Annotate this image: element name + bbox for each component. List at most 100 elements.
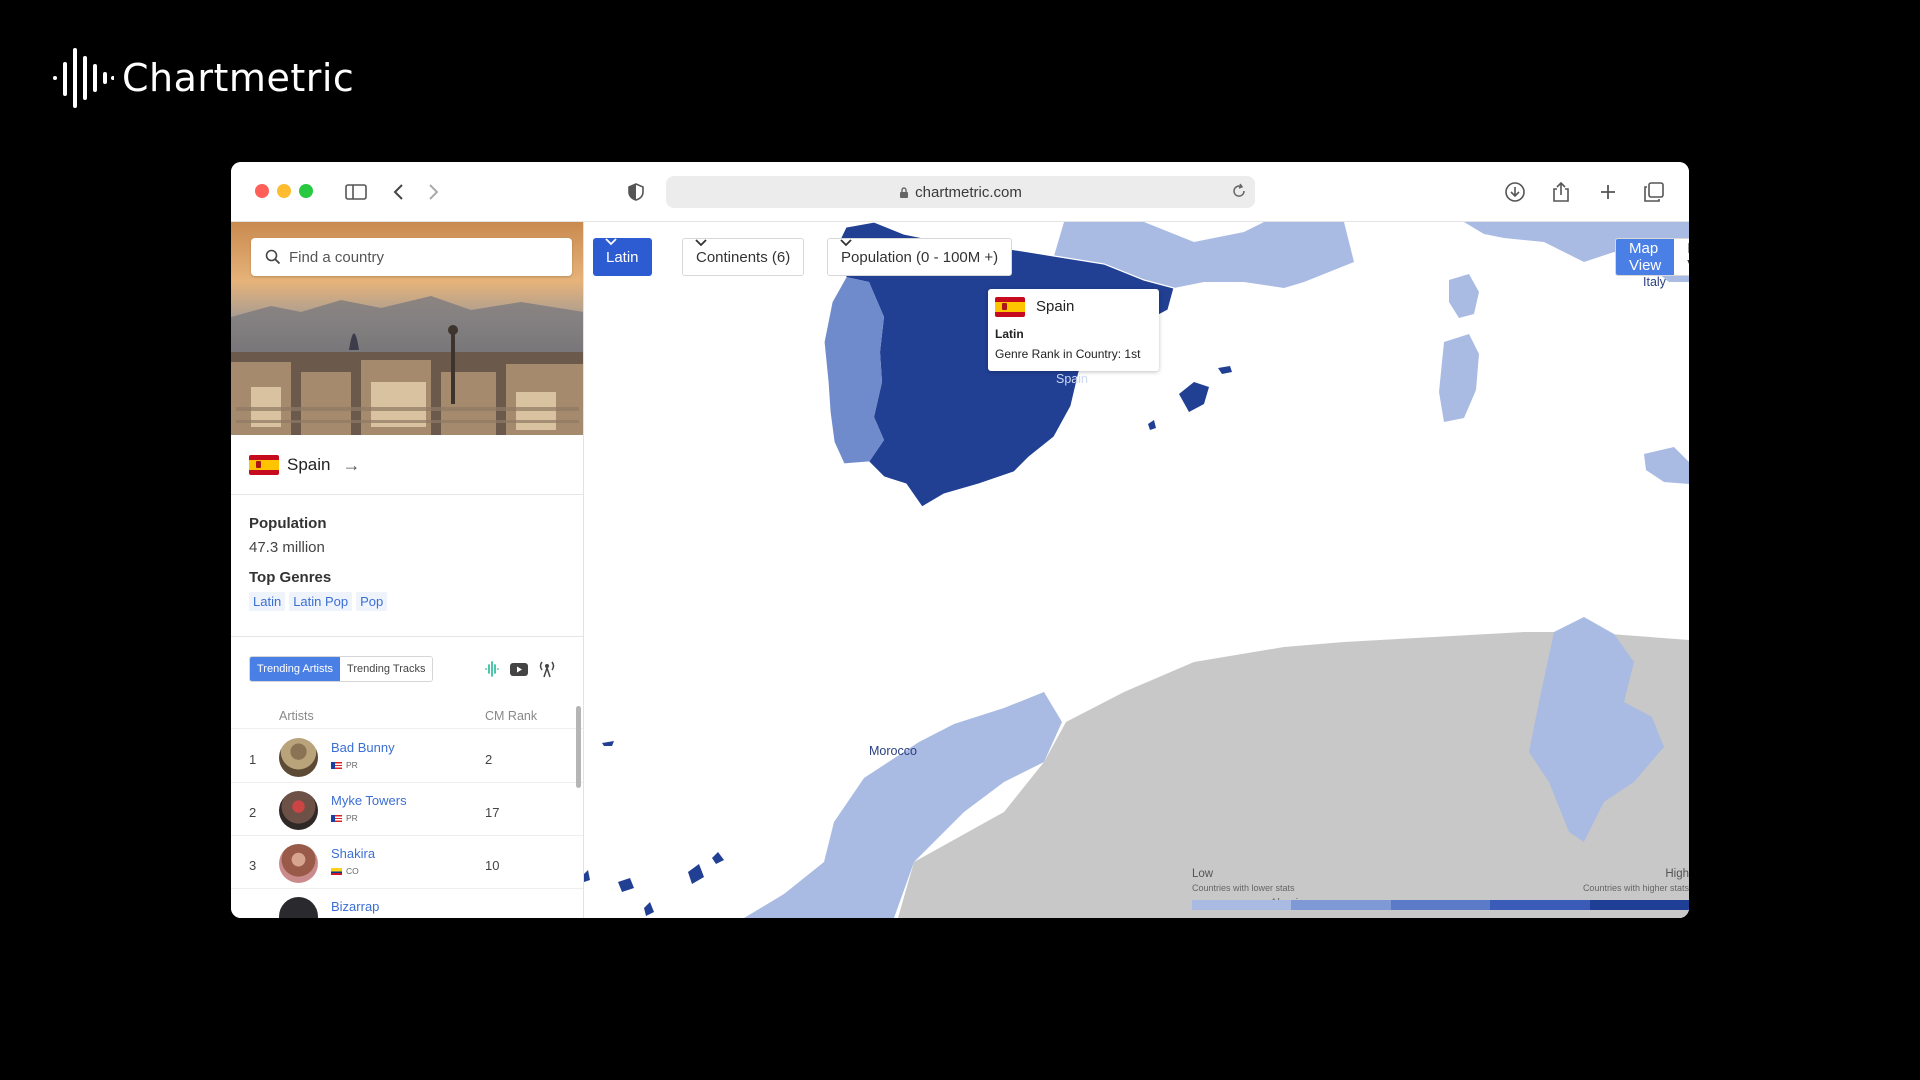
genre-filter-dropdown[interactable]: Latin xyxy=(593,238,652,276)
radio-broadcast-icon[interactable] xyxy=(536,658,558,680)
top-genres-label: Top Genres xyxy=(249,569,332,586)
sidebar-scrollbar[interactable] xyxy=(576,706,581,788)
address-bar[interactable]: chartmetric.com xyxy=(666,176,1255,208)
legend-step xyxy=(1490,900,1590,910)
legend-color-scale xyxy=(1192,900,1689,910)
minimize-window-button[interactable] xyxy=(277,184,291,198)
artists-column-header[interactable]: Artists xyxy=(279,709,314,723)
country-tooltip: Spain Latin Genre Rank in Country: 1st xyxy=(988,289,1159,371)
artist-name[interactable]: Shakira xyxy=(331,846,375,861)
genre-tag[interactable]: Latin xyxy=(249,592,286,611)
close-window-button[interactable] xyxy=(255,184,269,198)
reload-icon[interactable] xyxy=(1231,183,1247,199)
chevron-down-icon xyxy=(840,239,852,247)
soundwave-logo-icon xyxy=(53,48,114,108)
download-icon[interactable] xyxy=(1502,179,1528,205)
map-label-morocco: Morocco xyxy=(869,744,917,758)
artist-name[interactable]: Bizarrap xyxy=(331,899,379,914)
legend-step xyxy=(1390,900,1491,910)
chartmetric-logo: Chartmetric xyxy=(52,46,354,110)
brand-name: Chartmetric xyxy=(122,56,355,100)
back-icon[interactable] xyxy=(385,179,411,205)
chevron-down-icon xyxy=(605,238,617,246)
view-toggle: Map View List View xyxy=(1615,238,1689,276)
avatar[interactable] xyxy=(279,791,318,830)
canary-islands xyxy=(584,741,724,916)
cm-rank: 10 xyxy=(485,858,500,873)
balearic-region xyxy=(1179,382,1209,412)
new-tab-icon[interactable] xyxy=(1595,179,1621,205)
arrow-right-icon[interactable]: → xyxy=(342,455,360,476)
tooltip-country: Spain xyxy=(1036,298,1075,315)
row-rank: 3 xyxy=(249,858,257,873)
corsica-region xyxy=(1449,274,1479,318)
tab-trending-tracks[interactable]: Trending Tracks xyxy=(340,657,433,681)
cm-rank: 2 xyxy=(485,752,493,767)
legend-step xyxy=(1291,900,1391,910)
sicily-region xyxy=(1644,447,1689,484)
artist-country: CO xyxy=(331,866,359,876)
population-value: 47.3 million xyxy=(249,539,325,556)
population-label: Population xyxy=(249,515,327,532)
map-view-button[interactable]: Map View xyxy=(1616,239,1675,275)
avatar[interactable] xyxy=(279,738,318,777)
table-row[interactable]: 3 Shakira CO 10 xyxy=(231,836,583,889)
map-label-spain: Spain xyxy=(1056,372,1088,386)
cm-rank: 17 xyxy=(485,805,500,820)
menorca-region xyxy=(1218,366,1232,374)
divider xyxy=(231,728,583,729)
search-icon xyxy=(265,249,281,265)
spain-flag-icon xyxy=(995,297,1025,317)
legend-low-sublabel: Countries with lower stats xyxy=(1192,883,1295,893)
continents-filter-dropdown[interactable]: Continents (6) xyxy=(682,238,805,276)
genre-tag[interactable]: Pop xyxy=(356,592,388,611)
privacy-shield-icon[interactable] xyxy=(623,179,649,205)
list-view-button[interactable]: List View xyxy=(1674,239,1689,275)
avatar[interactable] xyxy=(279,897,318,918)
youtube-icon[interactable] xyxy=(508,658,530,680)
legend-high-sublabel: Countries with higher stats xyxy=(1582,883,1689,893)
tab-overview-icon[interactable] xyxy=(1641,179,1667,205)
table-row[interactable]: 1 Bad Bunny PR 2 xyxy=(231,730,583,783)
legend-step xyxy=(1589,900,1689,910)
puerto-rico-flag-icon xyxy=(331,761,342,769)
lock-icon xyxy=(900,186,909,198)
chevron-down-icon xyxy=(695,239,707,247)
selected-country[interactable]: Spain → xyxy=(249,449,360,481)
genre-tag[interactable]: Latin Pop xyxy=(289,592,353,611)
map-label-italy: Italy xyxy=(1643,275,1666,289)
ibiza-region xyxy=(1148,420,1156,430)
continents-filter-value: Continents (6) xyxy=(696,248,791,266)
share-icon[interactable] xyxy=(1548,179,1574,205)
country-search-input[interactable] xyxy=(289,248,549,266)
country-sidebar: Spain → Population 47.3 million Top Genr… xyxy=(231,222,584,918)
population-filter-value: Population (0 - 100M +) xyxy=(841,248,999,266)
legend-step xyxy=(1192,900,1292,910)
table-row[interactable]: 2 Myke Towers PR 17 xyxy=(231,783,583,836)
browser-window: chartmetric.com Find a country Spain → P… xyxy=(231,162,1689,918)
tooltip-rank: Genre Rank in Country: 1st xyxy=(995,347,1141,361)
zoom-window-button[interactable] xyxy=(299,184,313,198)
cm-rank-column-header[interactable]: CM Rank xyxy=(485,709,537,723)
tab-trending-artists[interactable]: Trending Artists xyxy=(250,657,341,681)
avatar[interactable] xyxy=(279,844,318,883)
country-hero-image xyxy=(231,222,583,435)
table-row[interactable]: Bizarrap xyxy=(231,889,583,918)
forward-icon[interactable] xyxy=(421,179,447,205)
browser-toolbar: chartmetric.com xyxy=(231,162,1689,222)
soundwave-icon[interactable] xyxy=(481,658,503,680)
sardinia-region xyxy=(1439,334,1479,422)
choropleth-map[interactable]: Latin Continents (6) Population (0 - 100… xyxy=(584,222,1689,918)
spain-flag-icon xyxy=(249,455,279,475)
legend-low-label: Low xyxy=(1192,868,1214,880)
divider xyxy=(231,494,583,495)
artist-country: PR xyxy=(331,813,358,823)
artist-name[interactable]: Myke Towers xyxy=(331,793,407,808)
sidebar-toggle-icon[interactable] xyxy=(343,179,369,205)
colombia-flag-icon xyxy=(331,867,342,875)
country-name: Spain xyxy=(287,455,331,474)
population-filter-dropdown[interactable]: Population (0 - 100M +) xyxy=(827,238,1013,276)
tooltip-genre: Latin xyxy=(995,327,1024,341)
country-search-field[interactable] xyxy=(251,238,572,276)
artist-name[interactable]: Bad Bunny xyxy=(331,740,395,755)
